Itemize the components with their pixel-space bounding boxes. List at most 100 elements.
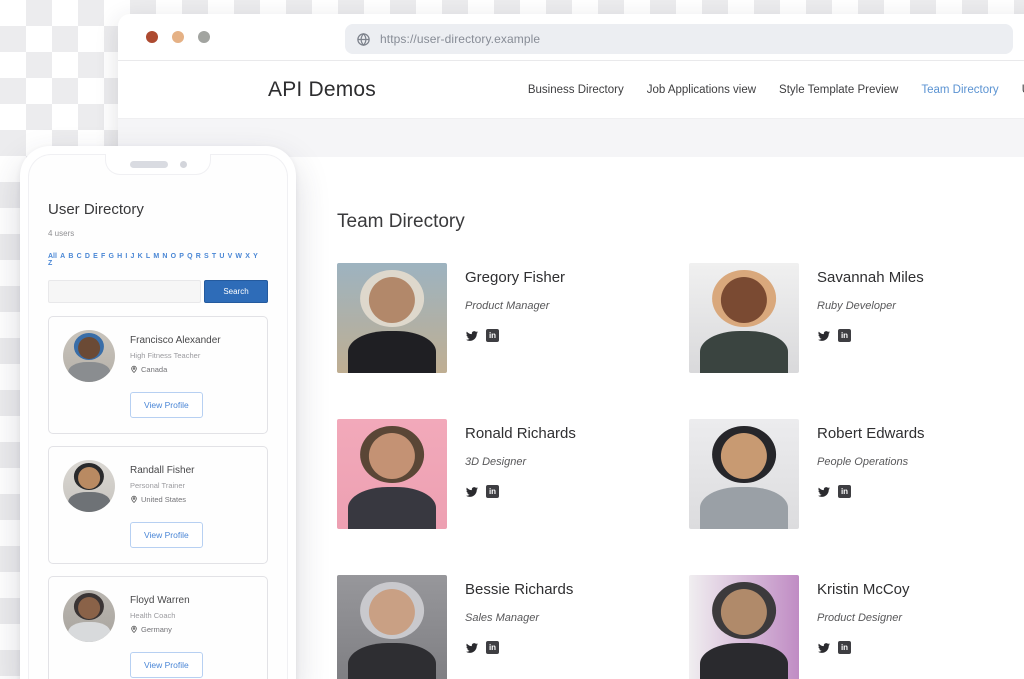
avatar-body	[68, 622, 110, 642]
alphabet-letter[interactable]: M	[153, 253, 159, 260]
user-card: Francisco Alexander High Fitness Teacher…	[48, 316, 268, 434]
search-button[interactable]: Search	[204, 280, 268, 303]
user-name: Floyd Warren	[130, 590, 190, 606]
linkedin-icon[interactable]	[838, 329, 851, 342]
avatar-body	[700, 643, 788, 679]
member-info: Savannah Miles Ruby Developer	[817, 263, 924, 373]
alphabet-letter[interactable]: K	[138, 253, 143, 260]
alphabet-letter[interactable]: E	[93, 253, 98, 260]
alphabet-letter[interactable]: Y	[253, 253, 258, 260]
avatar-body	[348, 487, 436, 529]
user-avatar	[63, 590, 115, 642]
alphabet-letter[interactable]: Q	[187, 253, 192, 260]
twitter-icon[interactable]	[817, 330, 831, 342]
view-profile-button[interactable]: View Profile	[130, 652, 203, 678]
site-title: API Demos	[268, 78, 376, 102]
alphabet-letter[interactable]: P	[179, 253, 184, 260]
member-info: Ronald Richards 3D Designer	[465, 419, 576, 529]
twitter-icon[interactable]	[817, 642, 831, 654]
twitter-icon[interactable]	[465, 642, 479, 654]
member-role: Sales Manager	[465, 612, 573, 624]
nav-item[interactable]: Job Applications view	[647, 84, 756, 96]
alphabet-letter[interactable]: L	[146, 253, 150, 260]
alphabet-letter[interactable]: A	[60, 253, 65, 260]
phone-page-title: User Directory	[48, 201, 268, 218]
twitter-icon[interactable]	[465, 330, 479, 342]
globe-icon	[356, 32, 371, 47]
user-info: Francisco Alexander High Fitness Teacher…	[130, 330, 221, 382]
member-role: Product Designer	[817, 612, 910, 624]
member-name: Gregory Fisher	[465, 269, 565, 286]
user-card: Randall Fisher Personal Trainer United S…	[48, 446, 268, 564]
social-links	[817, 485, 925, 498]
alphabet-letter[interactable]: J	[131, 253, 135, 260]
alphabet-letter[interactable]: R	[196, 253, 201, 260]
address-bar[interactable]: https://user-directory.example	[345, 24, 1013, 54]
user-avatar	[63, 460, 115, 512]
twitter-icon[interactable]	[465, 486, 479, 498]
avatar-head	[721, 277, 767, 323]
linkedin-icon[interactable]	[838, 485, 851, 498]
linkedin-icon[interactable]	[486, 641, 499, 654]
alphabet-letter[interactable]: Z	[48, 260, 52, 267]
window-close-button[interactable]	[146, 31, 158, 43]
view-profile-button[interactable]: View Profile	[130, 522, 203, 548]
linkedin-icon[interactable]	[486, 485, 499, 498]
member-name: Robert Edwards	[817, 425, 925, 442]
user-card-top: Floyd Warren Health Coach Germany	[63, 590, 253, 642]
member-info: Kristin McCoy Product Designer	[817, 575, 910, 679]
user-avatar	[63, 330, 115, 382]
alphabet-letter[interactable]: W	[235, 253, 242, 260]
alphabet-letter[interactable]: S	[204, 253, 209, 260]
alphabet-letter[interactable]: O	[171, 253, 176, 260]
nav-item[interactable]: Style Template Preview	[779, 84, 898, 96]
user-card-top: Francisco Alexander High Fitness Teacher…	[63, 330, 253, 382]
team-member-card: Robert Edwards People Operations	[689, 419, 1024, 529]
member-name: Bessie Richards	[465, 581, 573, 598]
search-input[interactable]	[48, 280, 201, 303]
alphabet-letter[interactable]: H	[117, 253, 122, 260]
alphabet-letter[interactable]: X	[245, 253, 250, 260]
browser-chrome-bar: https://user-directory.example	[118, 14, 1024, 60]
social-links	[465, 329, 565, 342]
user-role: High Fitness Teacher	[130, 351, 221, 360]
member-name: Ronald Richards	[465, 425, 576, 442]
linkedin-icon[interactable]	[838, 641, 851, 654]
window-minimize-button[interactable]	[172, 31, 184, 43]
user-info: Floyd Warren Health Coach Germany	[130, 590, 190, 642]
member-role: 3D Designer	[465, 456, 576, 468]
alphabet-letter[interactable]: All	[48, 253, 57, 260]
alphabet-letter[interactable]: F	[101, 253, 105, 260]
alphabet-letter[interactable]: G	[108, 253, 113, 260]
social-links	[817, 641, 910, 654]
team-member-card: Gregory Fisher Product Manager	[337, 263, 689, 373]
team-member-card: Savannah Miles Ruby Developer	[689, 263, 1024, 373]
member-role: Ruby Developer	[817, 300, 924, 312]
avatar-head	[369, 589, 415, 635]
location-pin-icon	[130, 625, 138, 634]
user-country: United States	[141, 495, 186, 504]
nav-item[interactable]: Business Directory	[528, 84, 624, 96]
nav-item[interactable]: Team Directory	[921, 84, 998, 96]
alphabet-letter[interactable]: B	[68, 253, 73, 260]
member-info: Robert Edwards People Operations	[817, 419, 925, 529]
view-profile-button[interactable]: View Profile	[130, 392, 203, 418]
user-location: Canada	[130, 365, 221, 374]
alphabet-letter[interactable]: C	[77, 253, 82, 260]
alphabet-letter[interactable]: T	[212, 253, 216, 260]
alphabet-letter[interactable]: N	[162, 253, 167, 260]
location-pin-icon	[130, 365, 138, 374]
user-card-list: Francisco Alexander High Fitness Teacher…	[48, 316, 268, 679]
alphabet-letter[interactable]: I	[125, 253, 127, 260]
alphabet-letter[interactable]: D	[85, 253, 90, 260]
linkedin-icon[interactable]	[486, 329, 499, 342]
user-location: United States	[130, 495, 194, 504]
avatar-body	[68, 492, 110, 512]
avatar-head	[78, 467, 100, 489]
user-name: Randall Fisher	[130, 460, 194, 476]
window-maximize-button[interactable]	[198, 31, 210, 43]
alphabet-letter[interactable]: V	[228, 253, 233, 260]
alphabet-letter[interactable]: U	[219, 253, 224, 260]
twitter-icon[interactable]	[817, 486, 831, 498]
user-country: Canada	[141, 365, 167, 374]
